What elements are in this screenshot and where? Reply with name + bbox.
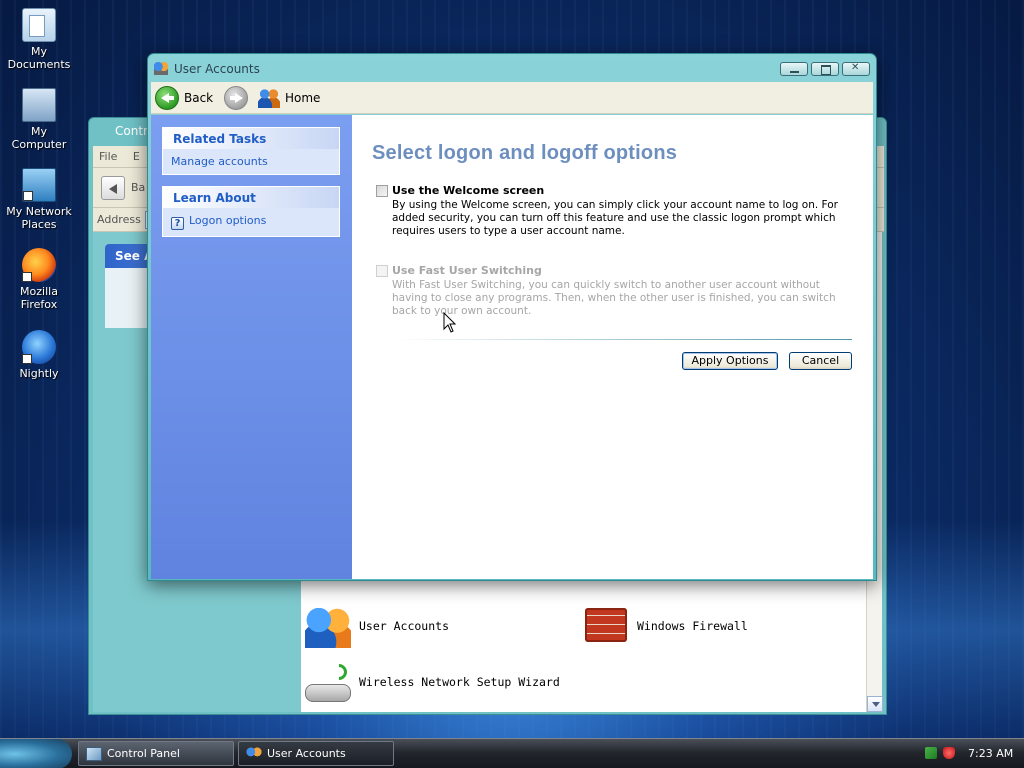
- security-shield-tray-icon[interactable]: [943, 747, 955, 759]
- back-arrow-icon[interactable]: [155, 86, 179, 110]
- clock[interactable]: 7:23 AM: [968, 747, 1013, 760]
- cp-item-user-accounts[interactable]: User Accounts: [359, 619, 449, 633]
- related-tasks-heading: Related Tasks: [163, 128, 339, 149]
- desktop-icon-my-documents[interactable]: My Documents: [0, 8, 78, 71]
- shortcut-arrow-icon: [22, 354, 32, 364]
- manage-accounts-link[interactable]: Manage accounts: [171, 155, 331, 168]
- close-button[interactable]: [842, 62, 870, 76]
- taskbar-button-user-accounts[interactable]: User Accounts: [238, 741, 394, 766]
- desktop-icon-network-places[interactable]: My Network Places: [0, 168, 78, 231]
- control-panel-icon: [86, 747, 102, 761]
- learn-about-body: ? Logon options: [163, 208, 339, 236]
- desktop-icon-label: Documents: [7, 58, 71, 71]
- my-computer-icon: [22, 88, 56, 122]
- apply-options-button[interactable]: Apply Options: [682, 352, 778, 370]
- network-tray-icon[interactable]: [925, 747, 937, 759]
- related-tasks-box: Related Tasks Manage accounts: [162, 127, 340, 175]
- user-accounts-title-icon: [154, 62, 168, 75]
- address-label: Address: [97, 213, 141, 226]
- taskbar-button-label: Control Panel: [107, 747, 180, 760]
- logon-options-label: Logon options: [189, 214, 267, 227]
- back-button[interactable]: Back: [184, 91, 213, 105]
- desktop-icon-my-computer[interactable]: My Computer: [0, 88, 78, 151]
- back-label: Ba: [131, 181, 146, 194]
- cp-item-wireless-wizard[interactable]: Wireless Network Setup Wizard: [359, 675, 560, 689]
- taskbar: Control Panel User Accounts 7:23 AM: [0, 738, 1024, 768]
- page-title: Select logon and logoff options: [372, 142, 678, 164]
- welcome-screen-label[interactable]: Use the Welcome screen: [392, 184, 544, 197]
- logon-options-link[interactable]: ? Logon options: [171, 214, 331, 230]
- minimize-button[interactable]: [780, 62, 808, 76]
- firefox-icon: [22, 248, 56, 282]
- menu-edit[interactable]: E: [127, 146, 146, 167]
- maximize-button[interactable]: [811, 62, 839, 76]
- user-accounts-window[interactable]: User Accounts Back Home Related Tasks Ma…: [147, 53, 877, 581]
- desktop-icon-firefox[interactable]: Mozilla Firefox: [0, 248, 78, 311]
- taskbar-button-label: User Accounts: [267, 747, 346, 760]
- related-tasks-body: Manage accounts: [163, 149, 339, 174]
- fast-user-switching-label[interactable]: Use Fast User Switching: [392, 264, 542, 277]
- back-button[interactable]: [101, 176, 125, 200]
- forward-arrow-icon[interactable]: [224, 86, 248, 110]
- separator: [396, 339, 852, 340]
- desktop-icon-label: My Network: [6, 205, 72, 218]
- cancel-button[interactable]: Cancel: [789, 352, 852, 370]
- home-button[interactable]: Home: [285, 91, 320, 105]
- desktop-icon-label: My: [30, 125, 47, 138]
- desktop-icon-label: Firefox: [20, 298, 58, 311]
- home-users-icon[interactable]: [258, 88, 280, 108]
- usb-drive-icon: [305, 684, 351, 702]
- fast-user-switching-checkbox[interactable]: [376, 265, 388, 277]
- desktop-icon-label: Computer: [11, 138, 67, 151]
- network-places-icon: [22, 168, 56, 202]
- learn-about-box: Learn About ? Logon options: [162, 186, 340, 237]
- fast-user-switching-description: With Fast User Switching, you can quickl…: [392, 279, 836, 317]
- shortcut-arrow-icon: [23, 191, 33, 201]
- shortcut-arrow-icon: [22, 272, 32, 282]
- welcome-screen-option: Use the Welcome screen By using the Welc…: [376, 184, 852, 244]
- scroll-down-button[interactable]: [867, 696, 883, 712]
- wireless-waves-icon: [327, 660, 351, 684]
- taskbar-button-control-panel[interactable]: Control Panel: [78, 741, 234, 766]
- menu-file[interactable]: File: [93, 146, 123, 167]
- my-documents-icon: [22, 8, 56, 42]
- desktop-icon-label: Nightly: [19, 367, 59, 380]
- task-pane: Related Tasks Manage accounts Learn Abou…: [151, 115, 352, 579]
- help-icon: ?: [171, 217, 184, 230]
- windows-firewall-icon[interactable]: [585, 608, 627, 642]
- content-area: Select logon and logoff options Use the …: [352, 115, 873, 579]
- desktop-icon-label: Mozilla: [20, 285, 58, 298]
- navigation-toolbar: Back Home: [151, 82, 873, 114]
- wireless-wizard-icon[interactable]: [305, 660, 351, 704]
- window-title: User Accounts: [174, 62, 260, 76]
- nightly-icon: [22, 330, 56, 364]
- start-button[interactable]: [0, 739, 72, 768]
- user-accounts-titlebar[interactable]: User Accounts: [148, 54, 876, 84]
- window-title: Contr: [115, 124, 148, 138]
- welcome-screen-checkbox[interactable]: [376, 185, 388, 197]
- learn-about-heading: Learn About: [163, 187, 339, 208]
- welcome-screen-description: By using the Welcome screen, you can sim…: [392, 199, 838, 237]
- cp-item-windows-firewall[interactable]: Windows Firewall: [637, 619, 748, 633]
- desktop-icon-nightly[interactable]: Nightly: [0, 330, 78, 380]
- user-accounts-icon: [246, 747, 262, 761]
- desktop-icon-label: Places: [21, 218, 57, 231]
- desktop-icon-label: My: [30, 45, 47, 58]
- user-accounts-icon[interactable]: [305, 608, 351, 648]
